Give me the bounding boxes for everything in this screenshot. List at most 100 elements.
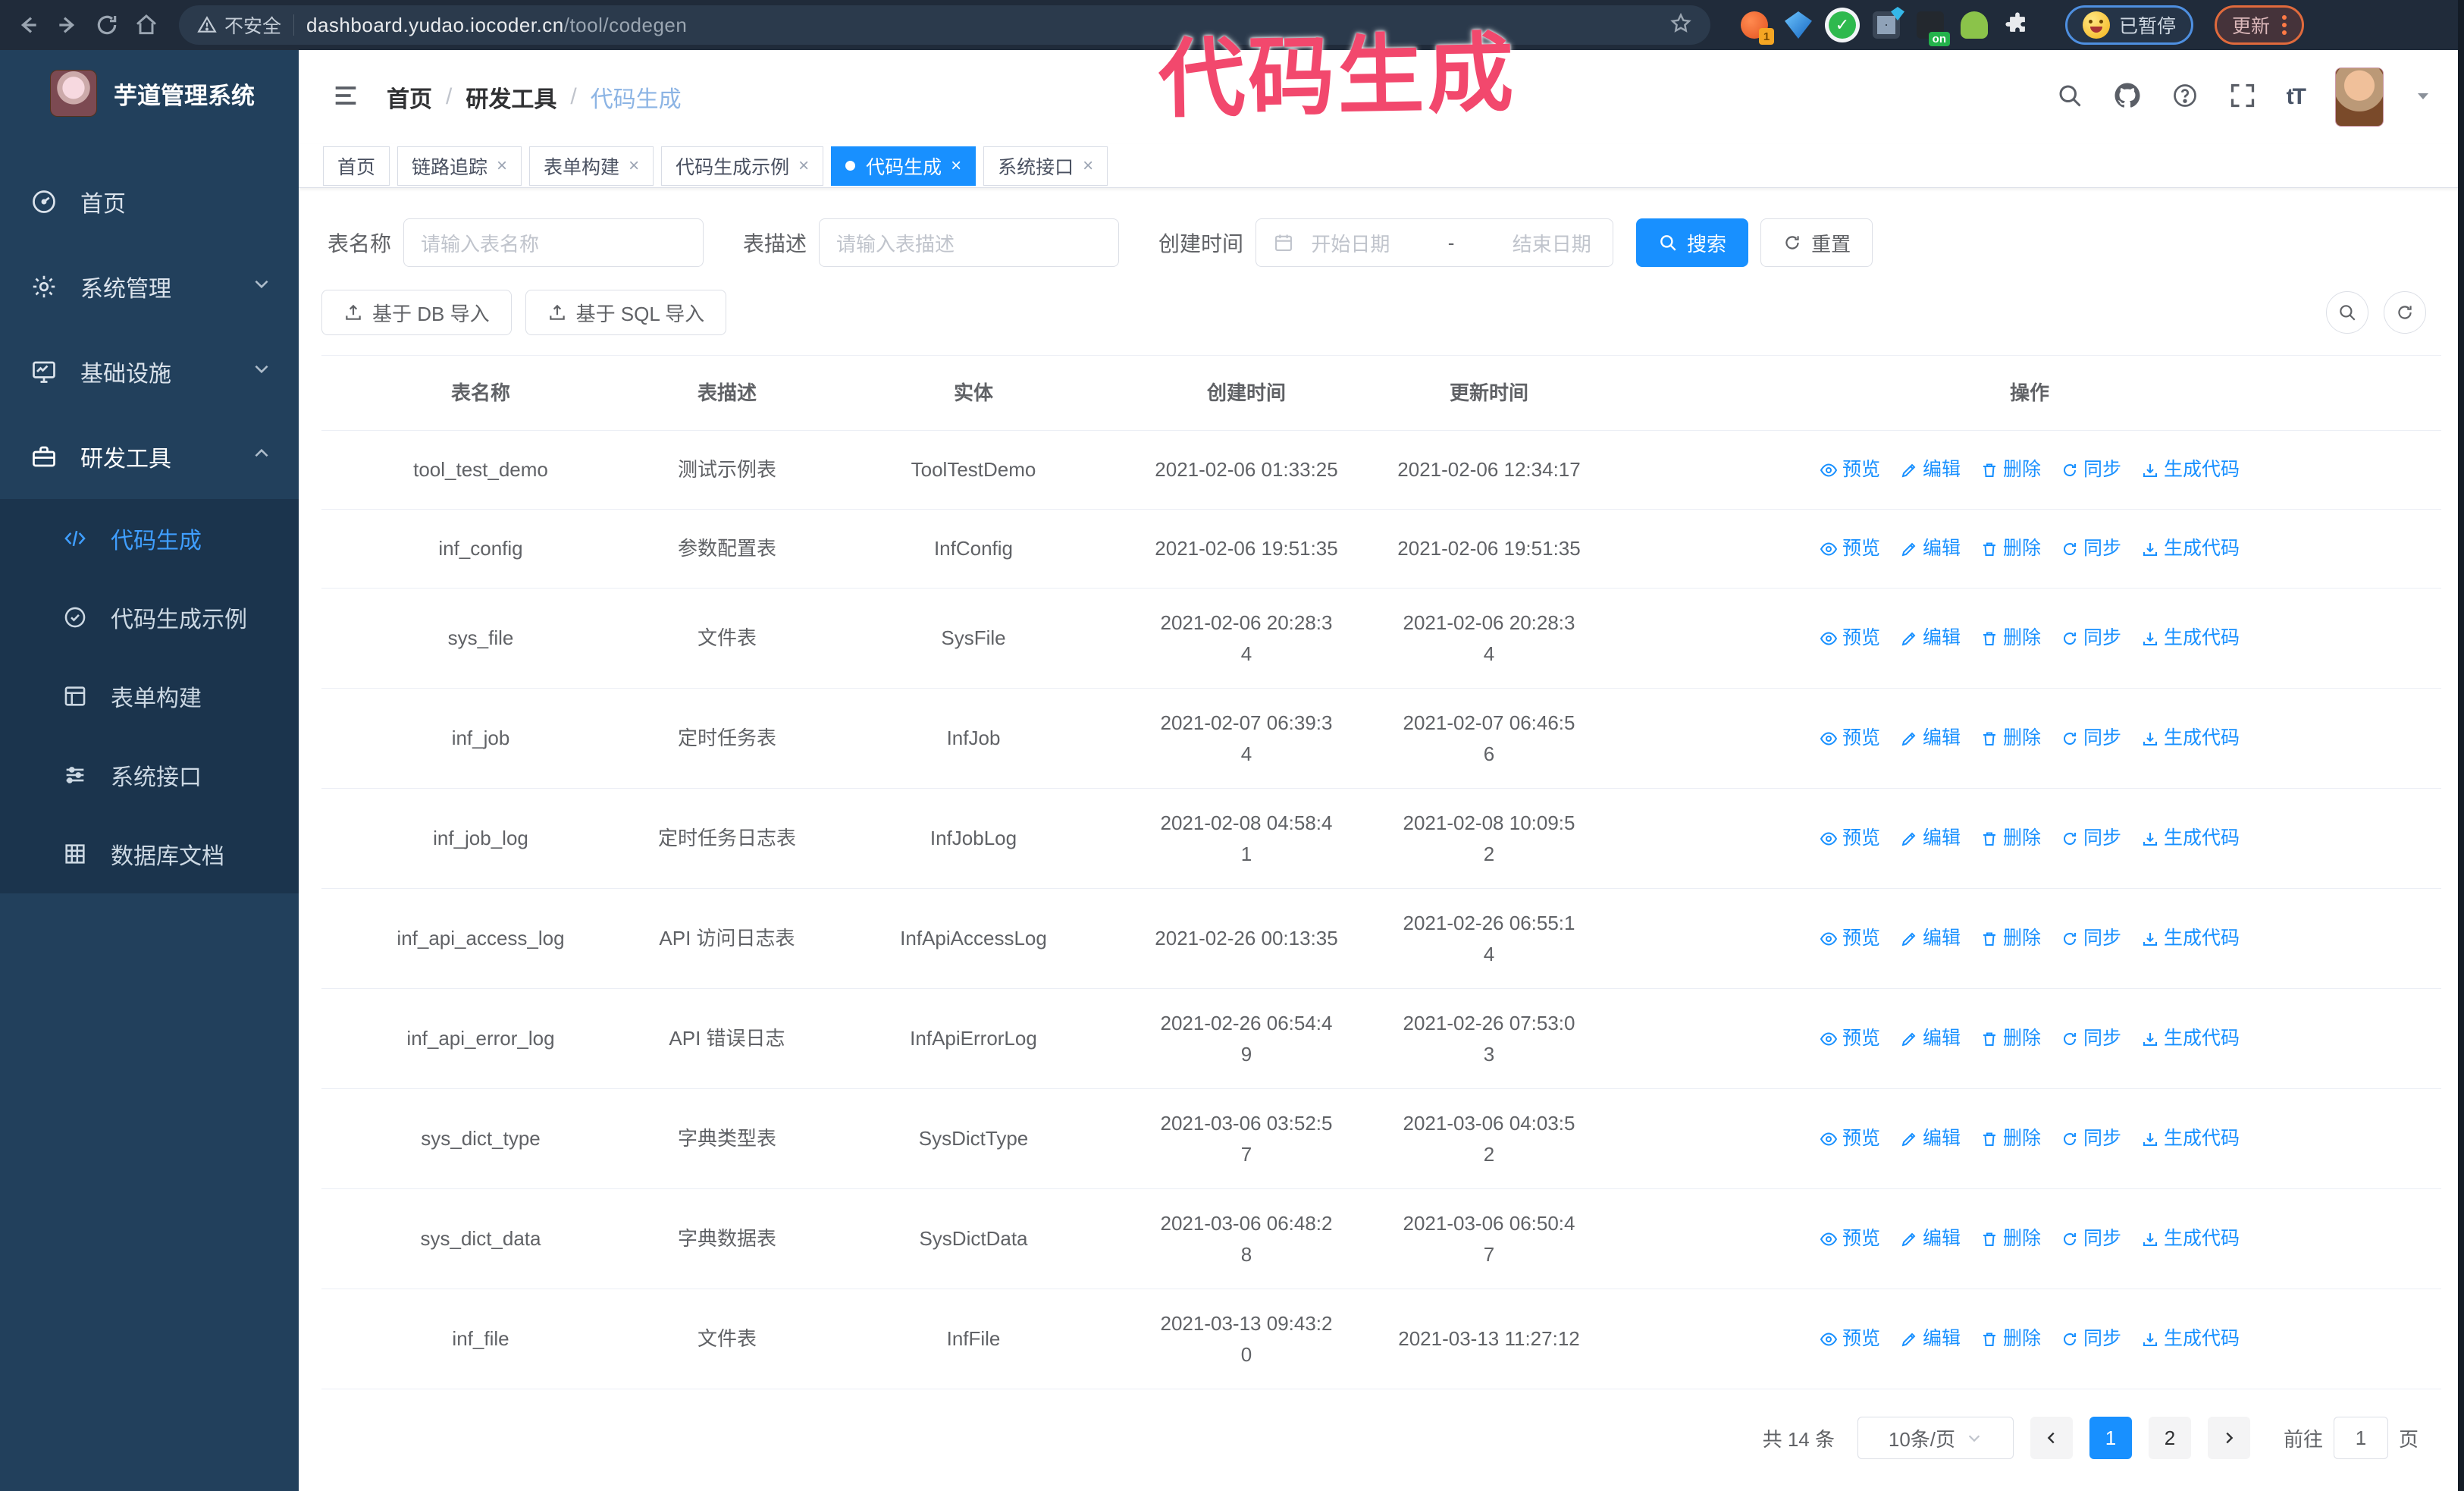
generate-code-link[interactable]: 生成代码 [2141, 1324, 2240, 1354]
preview-link[interactable]: 预览 [1820, 1124, 1880, 1154]
extension-gem-icon[interactable] [1785, 11, 1812, 39]
tab-home[interactable]: 首页 [323, 146, 390, 186]
avatar-caret-icon[interactable] [2414, 86, 2432, 108]
preview-link[interactable]: 预览 [1820, 724, 1880, 753]
edit-link[interactable]: 编辑 [1900, 1224, 1961, 1254]
generate-code-link[interactable]: 生成代码 [2141, 534, 2240, 563]
extension-grid-icon[interactable] [1873, 7, 1904, 39]
sidebar-item-system[interactable]: 系统管理 [0, 244, 299, 329]
delete-link[interactable]: 删除 [1980, 534, 2041, 563]
delete-link[interactable]: 删除 [1980, 623, 2041, 653]
sidebar-item-form-builder[interactable]: 表单构建 [0, 657, 299, 736]
preview-link[interactable]: 预览 [1820, 623, 1880, 653]
close-icon[interactable]: × [497, 155, 507, 177]
sidebar-item-infra[interactable]: 基础设施 [0, 329, 299, 414]
generate-code-link[interactable]: 生成代码 [2141, 623, 2240, 653]
tab-tracing[interactable]: 链路追踪 × [397, 146, 522, 186]
edit-link[interactable]: 编辑 [1900, 1324, 1961, 1354]
sync-link[interactable]: 同步 [2061, 824, 2121, 853]
user-avatar[interactable] [2335, 67, 2384, 127]
import-sql-button[interactable]: 基于 SQL 导入 [525, 290, 727, 335]
close-icon[interactable]: × [1083, 155, 1093, 177]
url-text[interactable]: dashboard.yudao.iocoder.cn/tool/codegen [306, 14, 687, 37]
table-desc-input[interactable]: 请输入表描述 [819, 218, 1120, 267]
sidebar-item-system-api[interactable]: 系统接口 [0, 736, 299, 815]
delete-link[interactable]: 删除 [1980, 1324, 2041, 1354]
preview-link[interactable]: 预览 [1820, 1024, 1880, 1053]
reload-icon[interactable] [92, 11, 121, 39]
date-range-picker[interactable]: 开始日期 - 结束日期 [1256, 218, 1614, 267]
security-warning[interactable]: 不安全 [197, 11, 281, 39]
edit-link[interactable]: 编辑 [1900, 623, 1961, 653]
refresh-table-button[interactable] [2384, 291, 2426, 334]
generate-code-link[interactable]: 生成代码 [2141, 824, 2240, 853]
sync-link[interactable]: 同步 [2061, 534, 2121, 563]
tab-codegen[interactable]: 代码生成 × [831, 146, 977, 186]
browser-menu-icon[interactable] [2282, 15, 2287, 35]
fullscreen-icon[interactable] [2229, 82, 2256, 113]
edit-link[interactable]: 编辑 [1900, 455, 1961, 485]
close-icon[interactable]: × [798, 155, 809, 177]
extension-check-icon[interactable]: ✓ [1829, 11, 1856, 39]
preview-link[interactable]: 预览 [1820, 1224, 1880, 1254]
profile-paused-chip[interactable]: 已暂停 [2065, 5, 2194, 45]
search-button[interactable]: 搜索 [1636, 218, 1749, 267]
sidebar-item-devtools[interactable]: 研发工具 [0, 414, 299, 499]
page-button-2[interactable]: 2 [2148, 1417, 2191, 1459]
sidebar-item-codegen[interactable]: 代码生成 [0, 499, 299, 578]
next-page-button[interactable] [2207, 1417, 2250, 1459]
toggle-search-button[interactable] [2326, 291, 2368, 334]
generate-code-link[interactable]: 生成代码 [2141, 1224, 2240, 1254]
tab-system-api[interactable]: 系统接口 × [983, 146, 1108, 186]
bookmark-star-icon[interactable] [1669, 12, 1692, 39]
extension-green-icon[interactable] [1961, 11, 1988, 39]
sync-link[interactable]: 同步 [2061, 1324, 2121, 1354]
generate-code-link[interactable]: 生成代码 [2141, 1124, 2240, 1154]
preview-link[interactable]: 预览 [1820, 534, 1880, 563]
table-name-input[interactable]: 请输入表名称 [403, 218, 704, 267]
import-db-button[interactable]: 基于 DB 导入 [321, 290, 512, 335]
preview-link[interactable]: 预览 [1820, 924, 1880, 953]
help-icon[interactable] [2171, 82, 2199, 113]
font-size-icon[interactable]: tT [2287, 84, 2306, 110]
goto-page-input[interactable]: 1 [2333, 1417, 2388, 1459]
page-size-select[interactable]: 10条/页 [1857, 1417, 2014, 1459]
sidebar-item-home[interactable]: 首页 [0, 159, 299, 244]
page-button-1[interactable]: 1 [2089, 1417, 2132, 1459]
delete-link[interactable]: 删除 [1980, 1224, 2041, 1254]
extension-on-icon[interactable] [1917, 11, 1950, 46]
reset-button[interactable]: 重置 [1760, 218, 1873, 267]
close-icon[interactable]: × [951, 155, 961, 177]
sync-link[interactable]: 同步 [2061, 924, 2121, 953]
delete-link[interactable]: 删除 [1980, 1024, 2041, 1053]
close-icon[interactable]: × [629, 155, 639, 177]
sidebar-item-codegen-example[interactable]: 代码生成示例 [0, 578, 299, 657]
sync-link[interactable]: 同步 [2061, 455, 2121, 485]
generate-code-link[interactable]: 生成代码 [2141, 924, 2240, 953]
back-icon[interactable] [14, 11, 42, 39]
forward-icon[interactable] [53, 11, 82, 39]
delete-link[interactable]: 删除 [1980, 824, 2041, 853]
generate-code-link[interactable]: 生成代码 [2141, 1024, 2240, 1053]
sync-link[interactable]: 同步 [2061, 1024, 2121, 1053]
prev-page-button[interactable] [2030, 1417, 2073, 1459]
delete-link[interactable]: 删除 [1980, 924, 2041, 953]
sync-link[interactable]: 同步 [2061, 623, 2121, 653]
tab-codegen-example[interactable]: 代码生成示例 × [661, 146, 824, 186]
tab-form-builder[interactable]: 表单构建 × [529, 146, 654, 186]
header-search-icon[interactable] [2056, 82, 2083, 113]
sync-link[interactable]: 同步 [2061, 1124, 2121, 1154]
delete-link[interactable]: 删除 [1980, 724, 2041, 753]
preview-link[interactable]: 预览 [1820, 1324, 1880, 1354]
preview-link[interactable]: 预览 [1820, 455, 1880, 485]
edit-link[interactable]: 编辑 [1900, 1024, 1961, 1053]
sidebar-item-db-doc[interactable]: 数据库文档 [0, 815, 299, 893]
hamburger-icon[interactable] [331, 80, 361, 115]
edit-link[interactable]: 编辑 [1900, 534, 1961, 563]
extensions-puzzle-icon[interactable] [2005, 11, 2032, 39]
home-nav-icon[interactable] [132, 11, 161, 39]
github-icon[interactable] [2114, 82, 2141, 113]
browser-update-button[interactable]: 更新 [2215, 5, 2305, 45]
address-bar[interactable]: 不安全 dashboard.yudao.iocoder.cn/tool/code… [179, 5, 1710, 45]
edit-link[interactable]: 编辑 [1900, 1124, 1961, 1154]
